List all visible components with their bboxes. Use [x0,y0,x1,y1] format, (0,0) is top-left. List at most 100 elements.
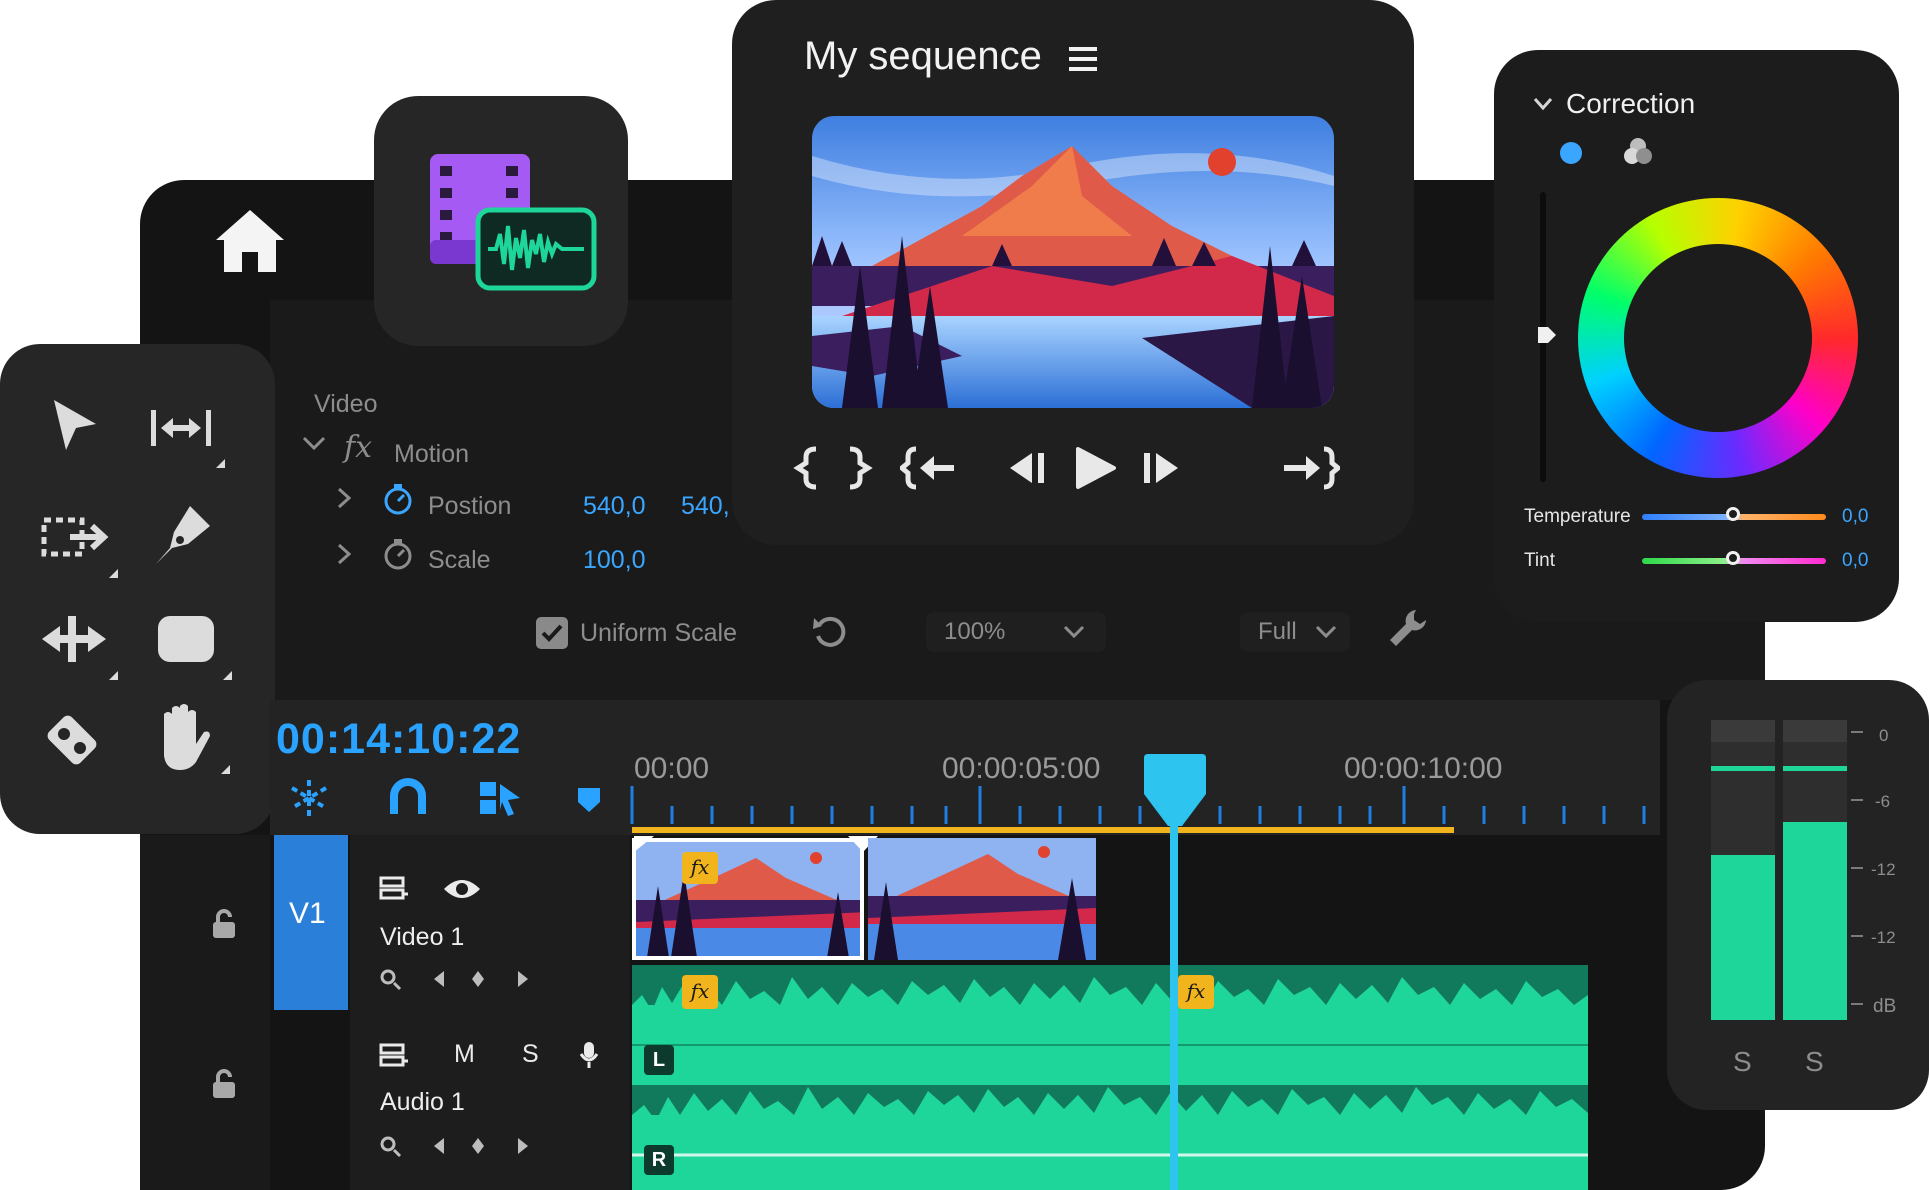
uniform-scale-label: Uniform Scale [580,619,737,647]
position-expand-icon[interactable] [334,486,354,510]
meter-level-right [1783,822,1847,1020]
tools-panel [0,344,275,834]
playhead-line[interactable] [1170,790,1178,1190]
sequence-title: My sequence [804,34,1042,78]
lock-column [140,835,270,1190]
meter-scale-label: -12 [1871,860,1896,879]
video-preview[interactable] [812,116,1334,408]
tint-value[interactable]: 0,0 [1842,550,1868,572]
meter-level-left [1711,855,1775,1020]
play-icon[interactable] [1070,443,1120,493]
chevron-down-icon[interactable] [1532,96,1554,112]
tint-slider-handle[interactable] [1726,551,1740,565]
timeline-ruler[interactable]: 00:00 00:00:05:00 00:00:10:00 [630,740,1650,835]
meter-peak-right [1783,766,1847,771]
zoom-dropdown[interactable]: 100% [926,612,1106,652]
audio-meter-panel: 0 -6 -12 -12 dB S S [1667,680,1929,1110]
timecode-display[interactable]: 00:14:10:22 [276,715,521,764]
snap-icon[interactable] [286,778,332,818]
fx-badge[interactable]: fx [682,852,718,884]
microphone-icon[interactable] [578,1040,600,1070]
keyframe-controls-icon[interactable] [378,965,538,993]
mark-in-icon[interactable] [790,443,840,493]
reset-icon[interactable] [810,612,850,650]
left-channel-badge: L [644,1045,674,1075]
eye-icon[interactable] [442,877,482,901]
multi-color-dots-icon[interactable] [1622,136,1654,168]
audio-track-lock-icon[interactable] [210,1068,238,1100]
meter-scale-label: dB [1873,996,1897,1017]
uniform-scale-checkbox[interactable] [536,617,568,649]
track-id: V1 [289,897,326,930]
go-to-out-icon[interactable] [1280,443,1340,493]
temperature-slider[interactable] [1642,507,1826,521]
pen-tool-icon[interactable] [150,500,230,580]
magnet-icon[interactable] [388,778,428,818]
rectangle-tool-icon[interactable] [152,606,232,686]
scale-stopwatch-icon[interactable] [382,537,414,571]
tint-slider[interactable] [1642,551,1826,565]
meter-bar-right [1783,720,1847,1020]
track-select-tool-icon[interactable] [38,504,118,584]
mark-out-icon[interactable] [836,443,886,493]
media-panel [374,96,628,346]
solo-right-button[interactable]: S [1805,1046,1824,1078]
meter-scale-label: -12 [1871,928,1896,947]
hamburger-menu-icon[interactable] [1067,44,1099,74]
color-wheel[interactable] [1578,198,1858,478]
meter-scale-label: 0 [1879,726,1889,745]
luminance-slider[interactable] [1538,192,1556,482]
audio-clip[interactable]: fx fx L R [632,965,1588,1190]
position-stopwatch-icon[interactable] [382,482,414,516]
ripple-edit-tool-icon[interactable] [145,394,225,474]
solo-button[interactable]: S [522,1040,539,1069]
slider-handle-icon [1538,327,1556,343]
temperature-value[interactable]: 0,0 [1842,506,1868,528]
resolution-dropdown[interactable]: Full [1240,612,1350,652]
scale-expand-icon[interactable] [334,542,354,566]
wrench-icon[interactable] [1386,606,1432,652]
linked-selection-icon[interactable] [478,778,522,818]
slide-tool-icon[interactable] [38,606,118,686]
selection-tool-icon[interactable] [40,394,120,474]
go-to-in-icon[interactable] [900,443,960,493]
razor-tool-icon[interactable] [36,704,116,784]
media-clip-icon[interactable] [430,154,600,292]
fx-badge[interactable]: fx [682,975,718,1009]
video-track-lock-icon[interactable] [210,908,238,940]
fx-badge[interactable]: fx [1178,975,1214,1009]
hand-tool-icon[interactable] [150,700,230,780]
position-y-value[interactable]: 540, [681,492,730,521]
solo-left-button[interactable]: S [1733,1046,1752,1078]
playhead-handle[interactable] [1142,752,1208,830]
scale-value[interactable]: 100,0 [583,546,646,575]
position-label: Postion [428,492,512,520]
chevron-down-icon [1063,625,1085,639]
correction-panel: Correction Temperature 0,0 Tint 0,0 [1494,50,1899,622]
add-marker-icon[interactable] [576,786,602,814]
scale-label: Scale [428,546,491,574]
step-back-icon[interactable] [1002,443,1052,493]
sync-lock-icon[interactable] [378,1042,410,1070]
v1-track-target[interactable]: V1 [274,835,348,1010]
video-clip-selected[interactable]: fx [632,838,864,960]
video-clip[interactable] [868,838,1096,960]
home-icon[interactable] [214,208,286,274]
temperature-label: Temperature [1524,506,1631,527]
work-area-bar[interactable] [632,827,1454,833]
meter-bar-left [1711,720,1775,1020]
audio-track-header: M S Audio 1 [350,1010,630,1190]
motion-expand-chevron-icon[interactable] [300,432,328,454]
temperature-slider-handle[interactable] [1726,507,1740,521]
video-section-label: Video [314,390,378,418]
video-track-name: Video 1 [380,923,465,951]
keyframe-controls-icon[interactable] [378,1132,538,1160]
trim-handle-left-icon[interactable] [632,834,656,854]
resolution-value: Full [1258,618,1297,645]
single-color-dot-icon[interactable] [1560,142,1582,164]
position-x-value[interactable]: 540,0 [583,492,646,521]
program-monitor: My sequence [732,0,1414,545]
step-forward-icon[interactable] [1136,443,1186,493]
sync-lock-icon[interactable] [378,875,410,903]
mute-button[interactable]: M [454,1040,475,1069]
